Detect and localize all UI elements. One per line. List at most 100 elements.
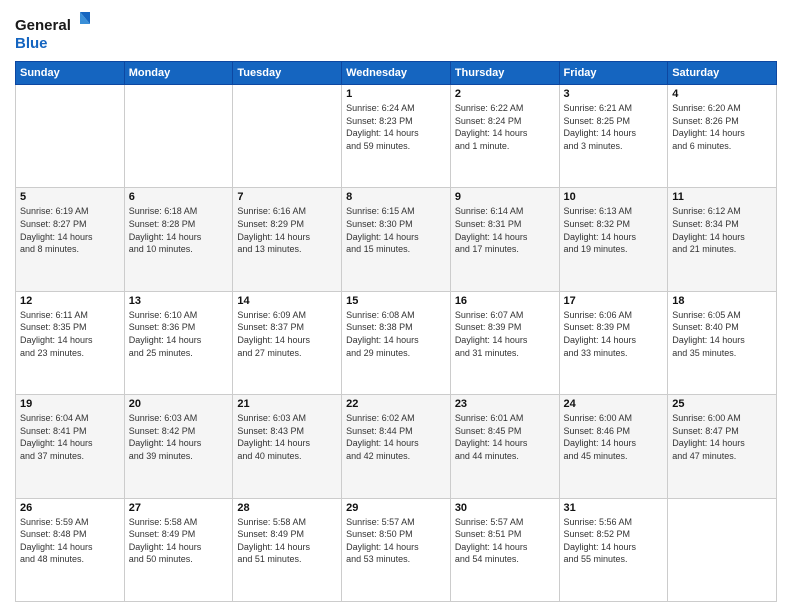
day-info: Sunrise: 6:22 AMSunset: 8:24 PMDaylight:…	[455, 102, 555, 152]
calendar-cell: 6Sunrise: 6:18 AMSunset: 8:28 PMDaylight…	[124, 188, 233, 291]
day-number: 20	[129, 398, 229, 410]
day-number: 31	[564, 502, 664, 514]
day-number: 23	[455, 398, 555, 410]
calendar-cell: 4 Sunrise: 6:20 AMSunset: 8:26 PMDaylight…	[668, 85, 777, 188]
day-number: 18	[672, 295, 772, 307]
calendar-cell: 14 Sunrise: 6:09 AMSunset: 8:37 PMDayligh…	[233, 291, 342, 394]
calendar-cell: 22 Sunrise: 6:02 AMSunset: 8:44 PMDayligh…	[342, 395, 451, 498]
calendar-cell: 3 Sunrise: 6:21 AMSunset: 8:25 PMDaylight…	[559, 85, 668, 188]
day-number: 15	[346, 295, 446, 307]
weekday-header-row: SundayMondayTuesdayWednesdayThursdayFrid…	[16, 62, 777, 85]
day-info: Sunrise: 6:05 AMSunset: 8:40 PMDaylight:…	[672, 309, 772, 359]
day-number: 29	[346, 502, 446, 514]
calendar-cell	[124, 85, 233, 188]
day-info: Sunrise: 6:03 AMSunset: 8:42 PMDaylight:…	[129, 412, 229, 462]
day-info: Sunrise: 6:00 AMSunset: 8:47 PMDaylight:…	[672, 412, 772, 462]
day-info: Sunrise: 6:06 AMSunset: 8:39 PMDaylight:…	[564, 309, 664, 359]
day-info: Sunrise: 5:59 AMSunset: 8:48 PMDaylight:…	[20, 516, 120, 566]
weekday-header-friday: Friday	[559, 62, 668, 85]
page: General Blue SundayMondayTuesdayWednesda…	[0, 0, 792, 612]
day-number: 7	[237, 191, 337, 203]
day-info: Sunrise: 6:14 AMSunset: 8:31 PMDaylight:…	[455, 205, 555, 255]
calendar-cell	[668, 498, 777, 601]
day-info: Sunrise: 6:09 AMSunset: 8:37 PMDaylight:…	[237, 309, 337, 359]
day-number: 27	[129, 502, 229, 514]
logo: General Blue	[15, 10, 93, 53]
weekday-header-monday: Monday	[124, 62, 233, 85]
day-number: 24	[564, 398, 664, 410]
day-number: 3	[564, 88, 664, 100]
day-info: Sunrise: 6:13 AMSunset: 8:32 PMDaylight:…	[564, 205, 664, 255]
calendar-cell: 1Sunrise: 6:24 AMSunset: 8:23 PMDaylight…	[342, 85, 451, 188]
day-info: Sunrise: 5:58 AMSunset: 8:49 PMDaylight:…	[237, 516, 337, 566]
day-info: Sunrise: 6:02 AMSunset: 8:44 PMDaylight:…	[346, 412, 446, 462]
weekday-header-thursday: Thursday	[450, 62, 559, 85]
calendar-cell	[233, 85, 342, 188]
day-info: Sunrise: 6:11 AMSunset: 8:35 PMDaylight:…	[20, 309, 120, 359]
calendar-cell: 13Sunrise: 6:10 AMSunset: 8:36 PMDayligh…	[124, 291, 233, 394]
day-number: 5	[20, 191, 120, 203]
day-info: Sunrise: 6:10 AMSunset: 8:36 PMDaylight:…	[129, 309, 229, 359]
calendar-cell: 10 Sunrise: 6:13 AMSunset: 8:32 PMDayligh…	[559, 188, 668, 291]
day-info: Sunrise: 5:57 AMSunset: 8:50 PMDaylight:…	[346, 516, 446, 566]
calendar-cell: 29 Sunrise: 5:57 AMSunset: 8:50 PMDayligh…	[342, 498, 451, 601]
day-number: 10	[564, 191, 664, 203]
week-row-2: 5 Sunrise: 6:19 AMSunset: 8:27 PMDaylight…	[16, 188, 777, 291]
day-number: 25	[672, 398, 772, 410]
weekday-header-saturday: Saturday	[668, 62, 777, 85]
day-number: 17	[564, 295, 664, 307]
day-info: Sunrise: 6:12 AMSunset: 8:34 PMDaylight:…	[672, 205, 772, 255]
calendar-cell: 5 Sunrise: 6:19 AMSunset: 8:27 PMDaylight…	[16, 188, 125, 291]
calendar-table: SundayMondayTuesdayWednesdayThursdayFrid…	[15, 61, 777, 602]
day-number: 14	[237, 295, 337, 307]
day-info: Sunrise: 6:00 AMSunset: 8:46 PMDaylight:…	[564, 412, 664, 462]
day-info: Sunrise: 6:03 AMSunset: 8:43 PMDaylight:…	[237, 412, 337, 462]
week-row-4: 19 Sunrise: 6:04 AMSunset: 8:41 PMDayligh…	[16, 395, 777, 498]
calendar-cell: 12 Sunrise: 6:11 AMSunset: 8:35 PMDayligh…	[16, 291, 125, 394]
calendar-cell: 7 Sunrise: 6:16 AMSunset: 8:29 PMDaylight…	[233, 188, 342, 291]
day-info: Sunrise: 6:04 AMSunset: 8:41 PMDaylight:…	[20, 412, 120, 462]
calendar-cell: 15 Sunrise: 6:08 AMSunset: 8:38 PMDayligh…	[342, 291, 451, 394]
calendar-cell: 2Sunrise: 6:22 AMSunset: 8:24 PMDaylight…	[450, 85, 559, 188]
header: General Blue	[15, 10, 777, 53]
calendar-cell: 28 Sunrise: 5:58 AMSunset: 8:49 PMDayligh…	[233, 498, 342, 601]
day-number: 26	[20, 502, 120, 514]
calendar-cell: 17 Sunrise: 6:06 AMSunset: 8:39 PMDayligh…	[559, 291, 668, 394]
day-info: Sunrise: 6:18 AMSunset: 8:28 PMDaylight:…	[129, 205, 229, 255]
day-info: Sunrise: 6:21 AMSunset: 8:25 PMDaylight:…	[564, 102, 664, 152]
day-number: 19	[20, 398, 120, 410]
day-info: Sunrise: 6:15 AMSunset: 8:30 PMDaylight:…	[346, 205, 446, 255]
week-row-5: 26 Sunrise: 5:59 AMSunset: 8:48 PMDayligh…	[16, 498, 777, 601]
weekday-header-wednesday: Wednesday	[342, 62, 451, 85]
day-number: 4	[672, 88, 772, 100]
day-info: Sunrise: 5:57 AMSunset: 8:51 PMDaylight:…	[455, 516, 555, 566]
calendar-cell: 24 Sunrise: 6:00 AMSunset: 8:46 PMDayligh…	[559, 395, 668, 498]
day-number: 12	[20, 295, 120, 307]
day-number: 8	[346, 191, 446, 203]
day-number: 28	[237, 502, 337, 514]
day-number: 30	[455, 502, 555, 514]
day-info: Sunrise: 6:08 AMSunset: 8:38 PMDaylight:…	[346, 309, 446, 359]
day-info: Sunrise: 6:16 AMSunset: 8:29 PMDaylight:…	[237, 205, 337, 255]
day-info: Sunrise: 6:20 AMSunset: 8:26 PMDaylight:…	[672, 102, 772, 152]
calendar-cell: 18 Sunrise: 6:05 AMSunset: 8:40 PMDayligh…	[668, 291, 777, 394]
day-info: Sunrise: 5:56 AMSunset: 8:52 PMDaylight:…	[564, 516, 664, 566]
day-number: 22	[346, 398, 446, 410]
weekday-header-tuesday: Tuesday	[233, 62, 342, 85]
day-info: Sunrise: 6:19 AMSunset: 8:27 PMDaylight:…	[20, 205, 120, 255]
day-info: Sunrise: 5:58 AMSunset: 8:49 PMDaylight:…	[129, 516, 229, 566]
calendar-cell: 31 Sunrise: 5:56 AMSunset: 8:52 PMDayligh…	[559, 498, 668, 601]
calendar-cell	[16, 85, 125, 188]
calendar-cell: 21 Sunrise: 6:03 AMSunset: 8:43 PMDayligh…	[233, 395, 342, 498]
calendar-cell: 8 Sunrise: 6:15 AMSunset: 8:30 PMDaylight…	[342, 188, 451, 291]
week-row-3: 12 Sunrise: 6:11 AMSunset: 8:35 PMDayligh…	[16, 291, 777, 394]
calendar-cell: 23 Sunrise: 6:01 AMSunset: 8:45 PMDayligh…	[450, 395, 559, 498]
calendar-cell: 11Sunrise: 6:12 AMSunset: 8:34 PMDayligh…	[668, 188, 777, 291]
day-number: 21	[237, 398, 337, 410]
day-info: Sunrise: 6:01 AMSunset: 8:45 PMDaylight:…	[455, 412, 555, 462]
week-row-1: 1Sunrise: 6:24 AMSunset: 8:23 PMDaylight…	[16, 85, 777, 188]
weekday-header-sunday: Sunday	[16, 62, 125, 85]
day-number: 9	[455, 191, 555, 203]
day-number: 1	[346, 88, 446, 100]
calendar-cell: 25 Sunrise: 6:00 AMSunset: 8:47 PMDayligh…	[668, 395, 777, 498]
